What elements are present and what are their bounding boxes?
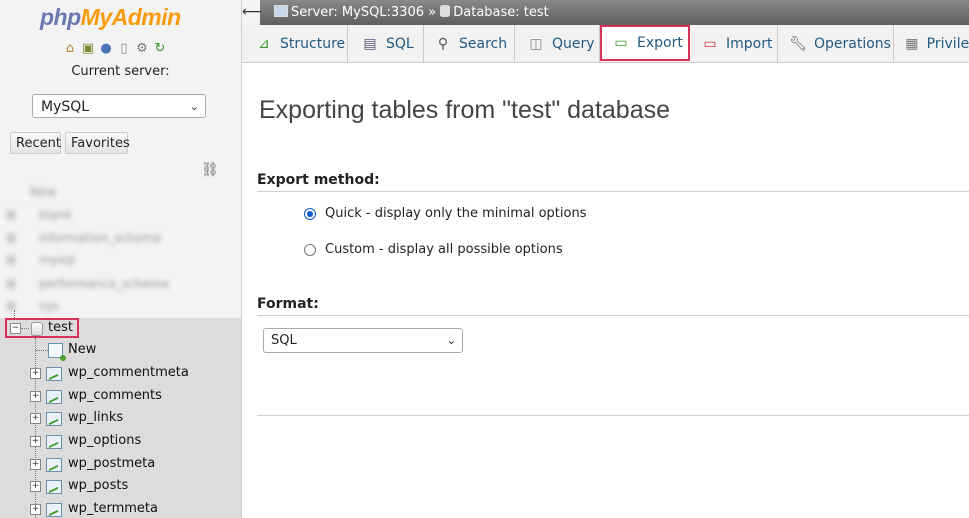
sql-icon: ▤ <box>363 35 377 52</box>
table-icon <box>46 390 62 404</box>
server-icon <box>274 5 288 17</box>
export-method-quick[interactable]: Quick - display only the minimal options <box>304 206 587 221</box>
tab-operations[interactable]: 🔧︎ Operations <box>778 25 894 62</box>
help-icon[interactable]: ● <box>98 40 114 56</box>
export-method-heading: Export method: <box>257 172 380 188</box>
expand-icon[interactable]: + <box>30 391 41 402</box>
tree-connector <box>21 328 29 329</box>
expand-icon[interactable]: + <box>30 481 41 492</box>
logo-part-myadmin: MyAdmin <box>80 4 182 30</box>
server-select-value: MySQL <box>41 99 90 115</box>
new-table-icon <box>48 343 66 361</box>
breadcrumb-separator: » <box>428 5 437 20</box>
table-label[interactable]: wp_postmeta <box>68 456 155 471</box>
tab-structure[interactable]: ⊿ Structure <box>242 25 348 62</box>
operations-icon: 🔧︎ <box>789 35 807 52</box>
import-icon: ▭ <box>703 35 717 52</box>
radio-quick-label[interactable]: Quick - display only the minimal options <box>325 206 587 221</box>
database-icon <box>31 322 43 336</box>
tree-connector <box>36 350 48 351</box>
structure-icon: ⊿ <box>258 35 270 52</box>
expand-icon[interactable]: + <box>30 436 41 447</box>
table-icon <box>46 503 62 517</box>
docs-icon[interactable]: ▯ <box>116 40 132 56</box>
tab-query[interactable]: ◫ Query <box>515 25 600 62</box>
breadcrumb-server[interactable]: Server: MySQL:3306 <box>291 5 424 20</box>
chevron-down-icon: ⌄ <box>446 334 456 347</box>
logo-part-php: php <box>40 4 81 30</box>
table-label[interactable]: wp_options <box>68 433 141 448</box>
collapse-nav-arrow-icon[interactable]: ⟵ <box>242 0 262 25</box>
settings-icon[interactable]: ⚙ <box>134 40 150 56</box>
query-icon: ◫ <box>529 35 543 52</box>
expand-icon[interactable]: + <box>30 459 41 470</box>
divider <box>257 415 969 416</box>
format-heading: Format: <box>257 296 319 312</box>
expand-icon[interactable]: + <box>30 504 41 515</box>
table-label[interactable]: wp_termmeta <box>68 501 158 516</box>
home-icon[interactable]: ⌂ <box>62 40 78 56</box>
table-label[interactable]: wp_links <box>68 410 123 425</box>
reload-icon[interactable]: ↻ <box>152 40 168 56</box>
breadcrumb-bar: ⟵ Server: MySQL:3306 » Database: test <box>242 0 969 25</box>
database-icon <box>440 5 451 17</box>
page-title: Exporting tables from "test" database <box>259 96 671 124</box>
table-label[interactable]: wp_comments <box>68 388 162 403</box>
table-icon <box>46 367 62 381</box>
table-icon <box>46 480 62 494</box>
recent-button[interactable]: Recent <box>10 132 61 154</box>
tab-bar: ⊿ Structure ▤ SQL ⚲ Search ◫ Query ▭ Export ▭… <box>242 25 969 63</box>
tab-sql[interactable]: ▤ SQL <box>348 25 424 62</box>
breadcrumb: Server: MySQL:3306 » Database: test <box>274 0 549 25</box>
tree-new-label[interactable]: New <box>68 342 96 357</box>
collapse-icon[interactable]: − <box>10 323 21 334</box>
favorites-button[interactable]: Favorites <box>65 132 130 154</box>
blurred-db-item[interactable]: ⊞ mysql <box>6 253 75 267</box>
exit-icon[interactable]: ▣ <box>80 40 96 56</box>
export-icon: ▭ <box>614 35 628 51</box>
link-icon[interactable]: ⛓ <box>201 162 219 178</box>
blurred-db-item[interactable]: ⊞ blank <box>6 208 72 222</box>
blurred-db-item[interactable]: ⊞ information_schema <box>6 231 161 245</box>
search-icon: ⚲ <box>437 35 449 52</box>
expand-icon[interactable]: + <box>30 368 41 379</box>
tab-export[interactable]: ▭ Export <box>600 25 690 61</box>
chevron-down-icon: ⌄ <box>189 100 199 113</box>
tab-privileges[interactable]: ▦Privileges <box>894 25 969 62</box>
format-select-value: SQL <box>271 333 297 348</box>
radio-custom[interactable] <box>304 243 316 256</box>
table-icon <box>46 435 62 449</box>
export-method-custom[interactable]: Custom - display all possible options <box>304 242 563 257</box>
breadcrumb-database[interactable]: Database: test <box>453 5 549 20</box>
divider <box>257 315 969 316</box>
current-server-label: Current server: <box>71 64 170 79</box>
privileges-icon: ▦ <box>905 35 919 52</box>
tab-search[interactable]: ⚲ Search <box>424 25 515 62</box>
table-label[interactable]: wp_commentmeta <box>68 365 189 380</box>
radio-custom-label[interactable]: Custom - display all possible options <box>325 242 563 257</box>
tree-db-label[interactable]: test <box>48 320 73 335</box>
radio-quick[interactable] <box>304 207 316 220</box>
format-select[interactable]: SQL ⌄ <box>263 328 463 353</box>
table-icon <box>46 412 62 426</box>
navigation-panel: phpMyAdmin ⌂ ▣ ● ▯ ⚙ ↻ Current server: M… <box>0 0 242 518</box>
tab-import[interactable]: ▭ Import <box>690 25 778 62</box>
divider <box>257 191 969 192</box>
phpmyadmin-logo[interactable]: phpMyAdmin <box>40 4 181 31</box>
nav-icon-bar: ⌂ ▣ ● ▯ ⚙ ↻ <box>62 40 168 56</box>
blurred-db-item[interactable]: New <box>30 185 56 199</box>
table-icon <box>46 458 62 472</box>
expand-icon[interactable]: + <box>30 413 41 424</box>
blurred-db-item[interactable]: ⊞ performance_schema <box>6 277 169 291</box>
table-label[interactable]: wp_posts <box>68 478 128 493</box>
server-select[interactable]: MySQL ⌄ <box>32 94 206 118</box>
